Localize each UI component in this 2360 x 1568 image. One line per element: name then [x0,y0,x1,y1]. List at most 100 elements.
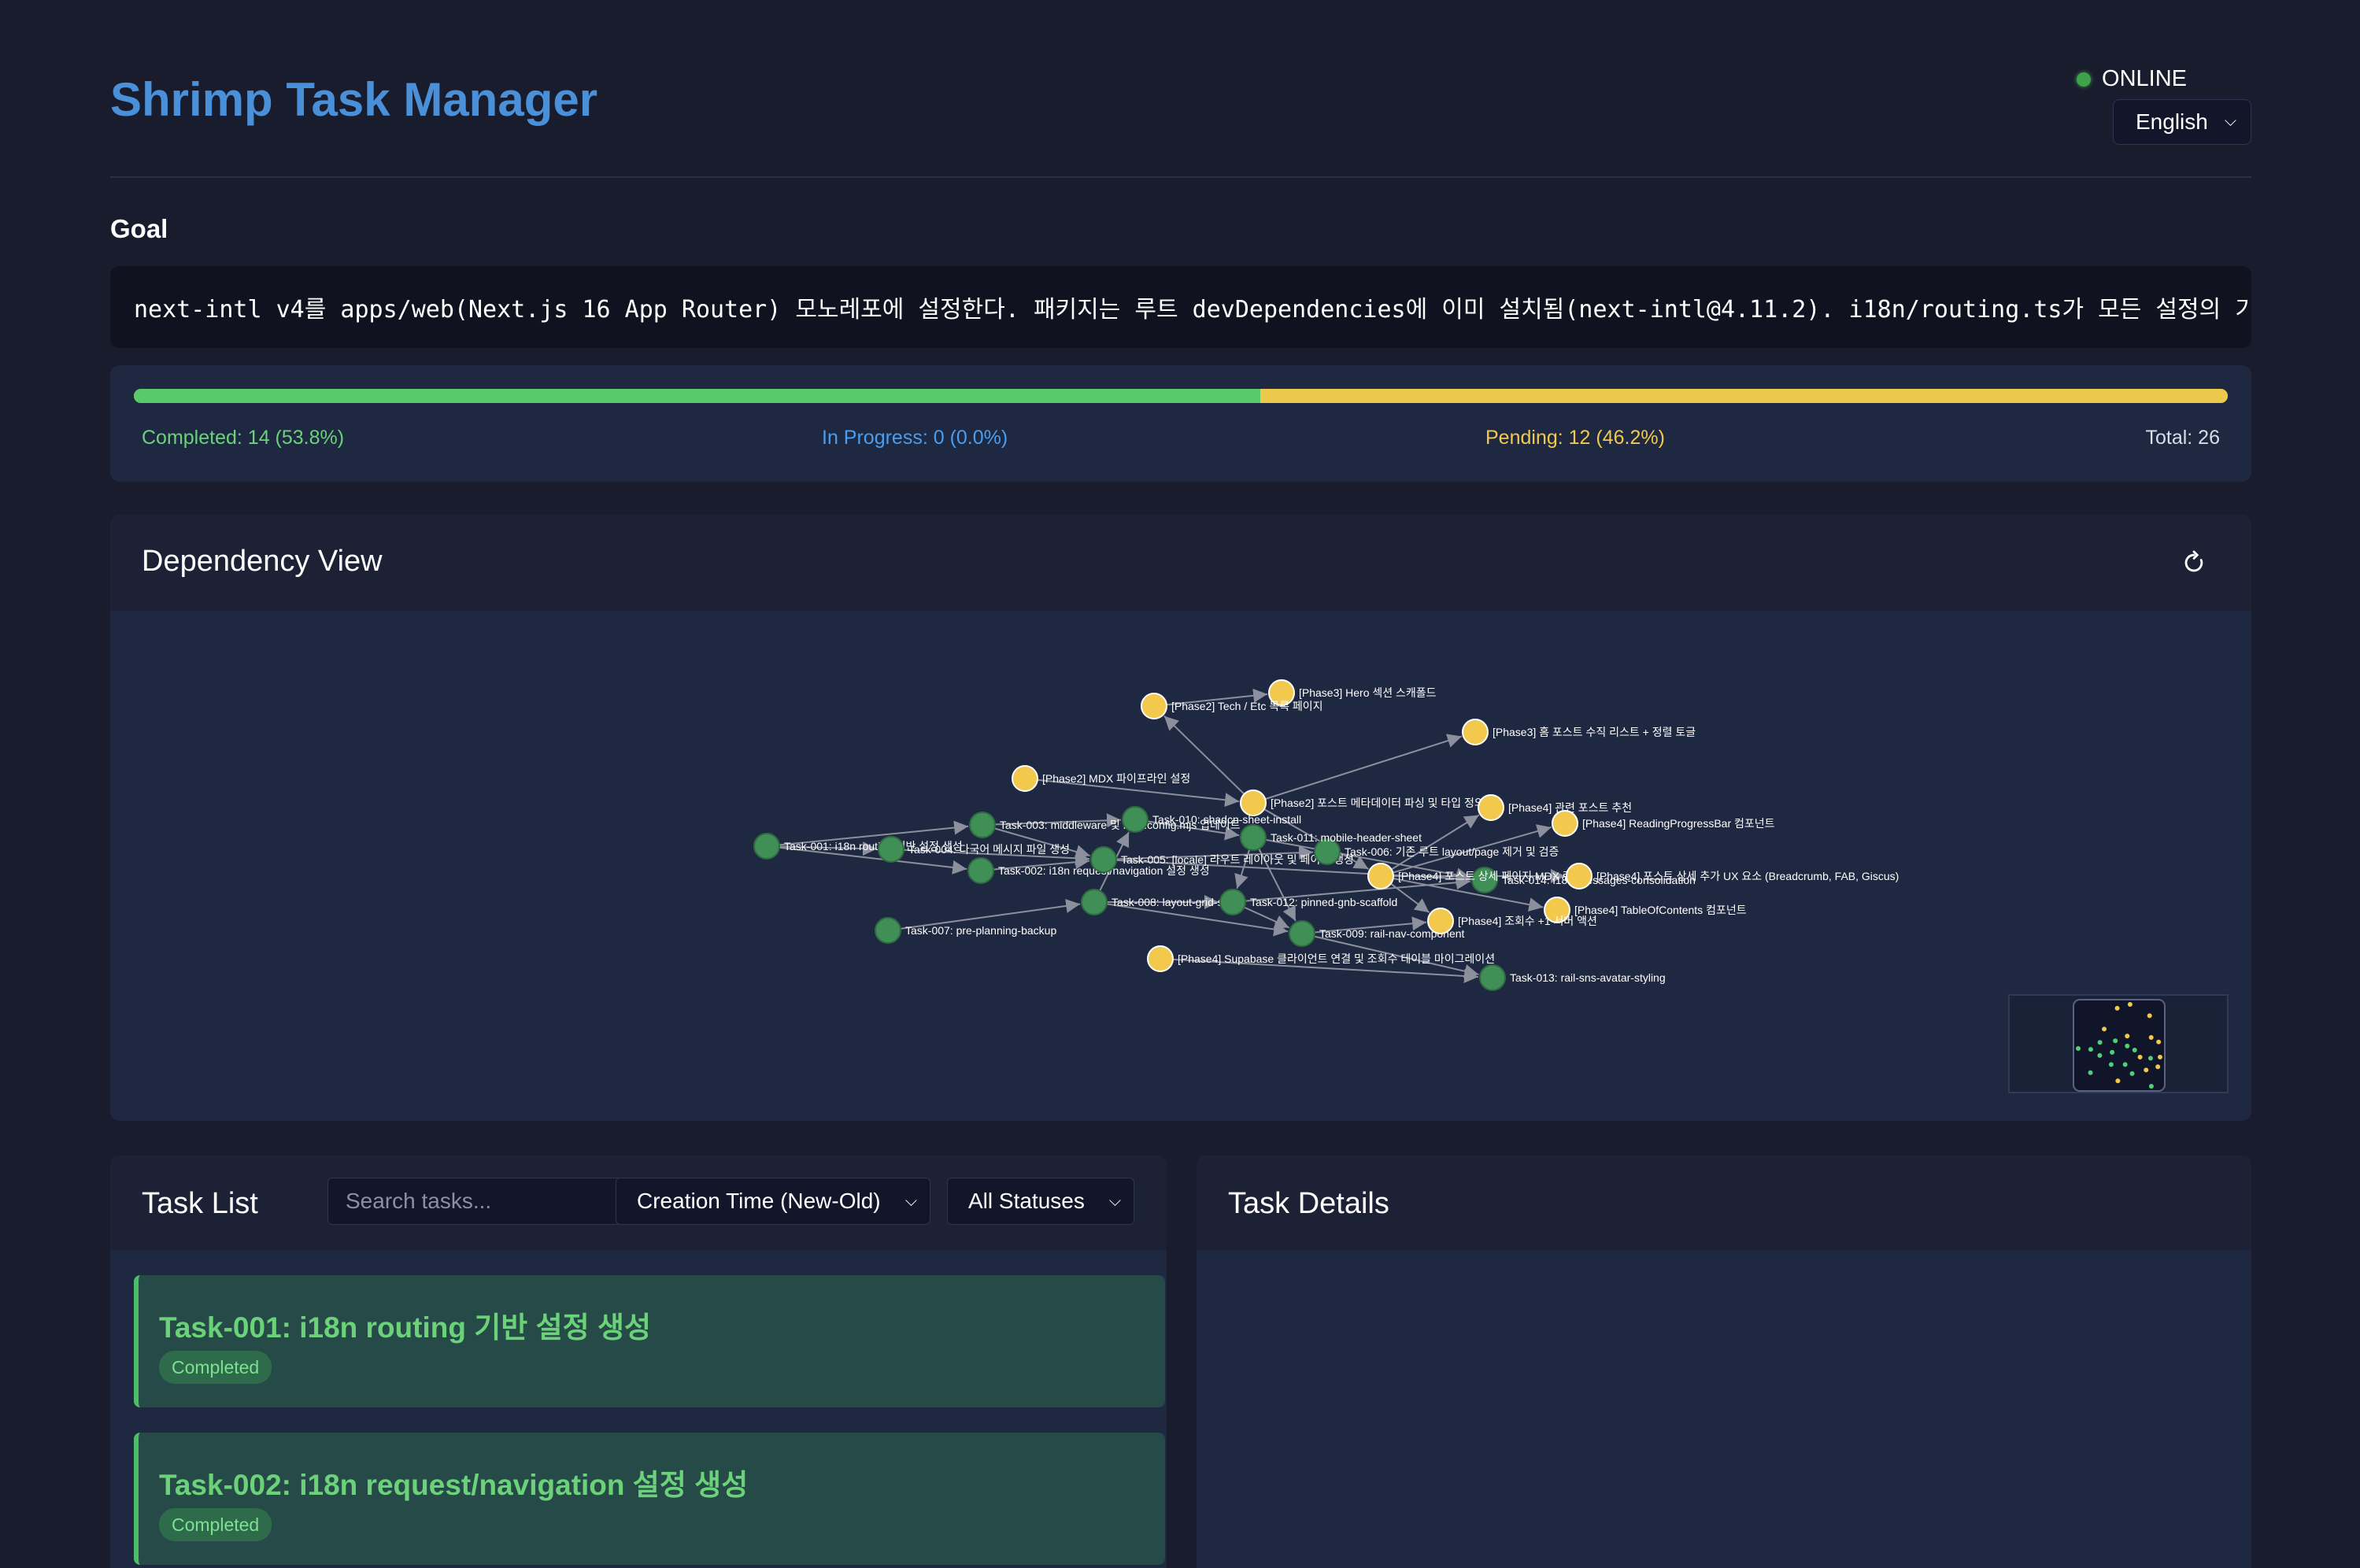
graph-node-label: [Phase4] ReadingProgressBar 컴포넌트 [1582,817,1775,830]
progress-bar-pending [1260,389,2228,403]
header-divider [110,176,2251,178]
minimap-node [2155,1064,2161,1070]
stat-completed: Completed: 14 (53.8%) [142,427,345,449]
graph-node-circle[interactable] [1147,945,1174,972]
progress-panel: Completed: 14 (53.8%) In Progress: 0 (0.… [110,365,2251,482]
minimap-node [2147,1056,2153,1061]
chevron-down-icon: ⌵ [1108,1193,1121,1210]
graph-node-label: [Phase4] 포스트 상세 페이지 MDX 렌더링 [1398,870,1593,882]
graph-node-circle[interactable] [1122,806,1149,833]
progress-bar-completed [134,389,1261,403]
task-list-panel: Task List Creation Time (New-Old) ⌵ All … [110,1156,1167,1568]
graph-node-label: [Phase4] TableOfContents 컴포넌트 [1574,904,1747,916]
sort-select-value: Creation Time (New-Old) [637,1189,881,1213]
status-filter-select[interactable]: All Statuses ⌵ [947,1178,1134,1225]
graph-node-circle[interactable] [1566,863,1592,889]
graph-node-circle[interactable] [875,917,901,944]
stat-in-progress: In Progress: 0 (0.0%) [822,427,1008,449]
minimap-node [2122,1062,2128,1067]
graph-node-circle[interactable] [1240,824,1267,851]
graph-node-circle[interactable] [1462,719,1489,745]
task-details-header: Task Details [1197,1156,2251,1250]
graph-node-circle[interactable] [967,857,994,884]
graph-node[interactable]: Task-008: layout-grid-shell [1081,889,1240,915]
task-list-title: Task List [142,1187,258,1220]
minimap-node [2097,1040,2103,1045]
status-badge: Completed [159,1351,272,1384]
goal-text: next-intl v4를 apps/web(Next.js 16 App Ro… [134,296,2251,324]
graph-minimap[interactable] [2008,994,2229,1093]
task-name: Task-001: i18n routing 기반 설정 생성 [159,1311,652,1344]
graph-node-circle[interactable] [1141,693,1167,719]
graph-node-label: Task-007: pre-planning-backup [905,924,1056,937]
language-value: English [2136,109,2208,134]
task-card[interactable]: Task-001: i18n routing 기반 설정 생성 Complete… [134,1275,1165,1407]
graph-node-label: [Phase3] Hero 섹션 스캐폴드 [1299,686,1437,699]
dependency-graph[interactable]: Task-001: i18n routing 기반 설정 생성Task-002:… [110,611,2251,1121]
graph-node-circle[interactable] [1081,889,1108,915]
graph-edge [1264,734,1463,801]
refresh-icon[interactable] [2181,549,2207,576]
minimap-node [2115,1078,2121,1084]
graph-node-label: [Phase4] 포스트 상세 추가 UX 요소 (Breadcrumb, FA… [1596,870,1899,882]
status-dot-icon [2077,72,2092,87]
graph-node-label: Task-011: mobile-header-sheet [1271,831,1422,844]
graph-node[interactable]: Task-013: rail-sns-avatar-styling [1479,964,1666,991]
minimap-node [2144,1067,2149,1073]
graph-node-circle[interactable] [1289,920,1315,947]
minimap-node [2132,1048,2137,1053]
graph-node-label: [Phase3] 홈 포스트 수직 리스트 + 정렬 토글 [1493,726,1696,738]
minimap-node [2097,1052,2103,1058]
graph-node[interactable]: [Phase4] ReadingProgressBar 컴포넌트 [1552,810,1775,837]
status-filter-value: All Statuses [968,1189,1085,1213]
graph-node-circle[interactable] [1479,964,1506,991]
graph-node-circle[interactable] [1012,765,1038,792]
minimap-node [2102,1026,2107,1032]
graph-node-label: Task-004: 다국어 메시지 파일 생성 [908,843,1070,856]
minimap-node [2125,1043,2130,1048]
minimap-node [2114,1005,2120,1011]
stat-total: Total: 26 [2145,427,2220,449]
graph-node-circle[interactable] [1427,908,1454,934]
stat-pending: Pending: 12 (46.2%) [1485,427,1665,449]
minimap-node [2125,1034,2130,1039]
graph-node-circle[interactable] [1240,790,1267,816]
sort-select[interactable]: Creation Time (New-Old) ⌵ [616,1178,930,1225]
dependency-view-title: Dependency View [142,545,383,578]
graph-node[interactable]: [Phase2] 포스트 메타데이터 파싱 및 타입 정의 [1240,790,1485,816]
minimap-node [2076,1046,2081,1052]
minimap-node [2129,1071,2135,1076]
goal-label: Goal [110,214,168,243]
language-select[interactable]: English ⌵ [2113,99,2251,145]
minimap-node [2088,1047,2093,1052]
status-badge: Completed [159,1508,272,1541]
graph-node[interactable]: Task-007: pre-planning-backup [875,917,1056,944]
graph-node-circle[interactable] [969,812,996,838]
minimap-node [2137,1054,2143,1060]
graph-node-circle[interactable] [1367,863,1394,889]
graph-node-circle[interactable] [753,833,780,860]
task-details-title: Task Details [1228,1187,1389,1220]
minimap-node [2108,1062,2114,1067]
task-name: Task-002: i18n request/navigation 설정 생성 [159,1469,749,1501]
minimap-node [2113,1038,2118,1044]
graph-node-circle[interactable] [1219,889,1246,915]
graph-node-label: [Phase2] 포스트 메타데이터 파싱 및 타입 정의 [1271,797,1485,809]
task-details-panel: Task Details [1197,1156,2251,1568]
goal-text-box: next-intl v4를 apps/web(Next.js 16 App Ro… [110,266,2251,348]
task-card[interactable]: Task-002: i18n request/navigation 설정 생성 … [134,1433,1165,1565]
connection-status: ONLINE [2077,66,2187,92]
status-text: ONLINE [2102,66,2187,91]
progress-bar [134,389,2228,403]
graph-node[interactable]: Task-012: pinned-gnb-scaffold [1219,889,1397,915]
graph-node-circle[interactable] [1090,846,1117,873]
minimap-node [2127,1002,2133,1007]
chevron-down-icon: ⌵ [904,1193,917,1210]
graph-node-label: Task-010: shadcn-sheet-install [1152,813,1301,826]
graph-node[interactable]: [Phase3] 홈 포스트 수직 리스트 + 정렬 토글 [1462,719,1696,745]
chevron-down-icon: ⌵ [2224,113,2236,130]
graph-node-circle[interactable] [1552,810,1578,837]
graph-node-circle[interactable] [1478,794,1504,821]
graph-node-circle[interactable] [878,836,904,863]
minimap-node [2088,1070,2093,1075]
